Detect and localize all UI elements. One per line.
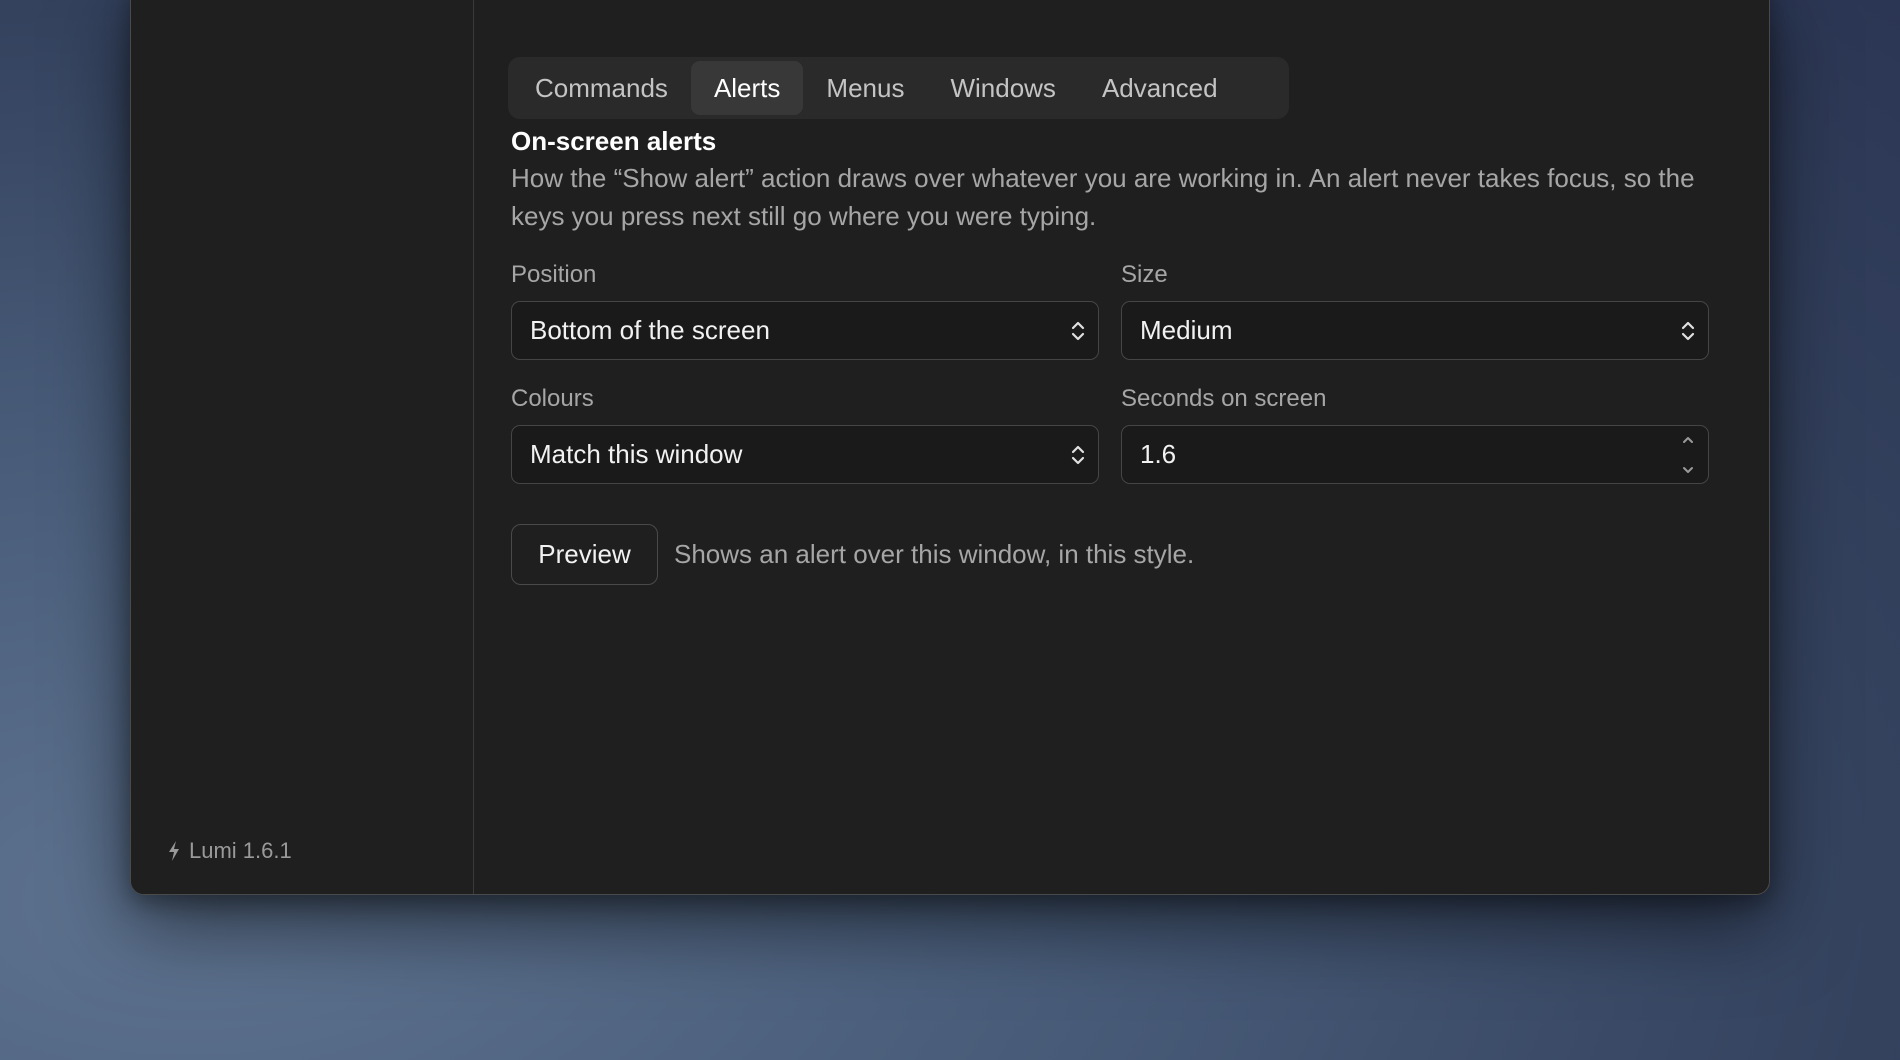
tab-commands[interactable]: Commands: [512, 61, 691, 115]
tab-bar: Commands Alerts Menus Windows Advanced: [508, 57, 1289, 119]
colours-value: Match this window: [530, 439, 743, 469]
sidebar: Lumi 1.6.1: [131, 0, 474, 894]
tab-advanced[interactable]: Advanced: [1079, 61, 1241, 115]
seconds-stepper[interactable]: 1.6: [1121, 425, 1709, 484]
chevron-up-down-icon: [1071, 321, 1085, 341]
colours-label: Colours: [511, 385, 594, 412]
stepper-arrows-icon[interactable]: [1680, 432, 1696, 478]
colours-select[interactable]: Match this window: [511, 425, 1099, 484]
version-label: Lumi 1.6.1: [189, 838, 292, 863]
size-select[interactable]: Medium: [1121, 301, 1709, 360]
settings-window: Lumi 1.6.1 Commands Alerts Menus Windows…: [130, 0, 1770, 895]
preview-button[interactable]: Preview: [511, 524, 658, 585]
tab-windows[interactable]: Windows: [927, 61, 1078, 115]
position-label: Position: [511, 261, 597, 288]
section-title: On-screen alerts: [511, 126, 717, 156]
size-value: Medium: [1140, 315, 1233, 345]
section-description: How the “Show alert” action draws over w…: [511, 163, 1695, 231]
preview-hint: Shows an alert over this window, in this…: [674, 539, 1195, 569]
main-panel: Commands Alerts Menus Windows Advanced O…: [474, 0, 1769, 894]
seconds-label: Seconds on screen: [1121, 385, 1327, 412]
app-version: Lumi 1.6.1: [167, 838, 292, 864]
chevron-up-down-icon: [1681, 321, 1695, 341]
chevron-up-down-icon: [1071, 445, 1085, 465]
bolt-icon: [169, 841, 179, 861]
position-select[interactable]: Bottom of the screen: [511, 301, 1099, 360]
position-value: Bottom of the screen: [530, 315, 770, 345]
size-label: Size: [1121, 261, 1168, 288]
tab-alerts[interactable]: Alerts: [690, 61, 804, 115]
tab-menus[interactable]: Menus: [803, 61, 927, 115]
seconds-value: 1.6: [1140, 439, 1177, 469]
